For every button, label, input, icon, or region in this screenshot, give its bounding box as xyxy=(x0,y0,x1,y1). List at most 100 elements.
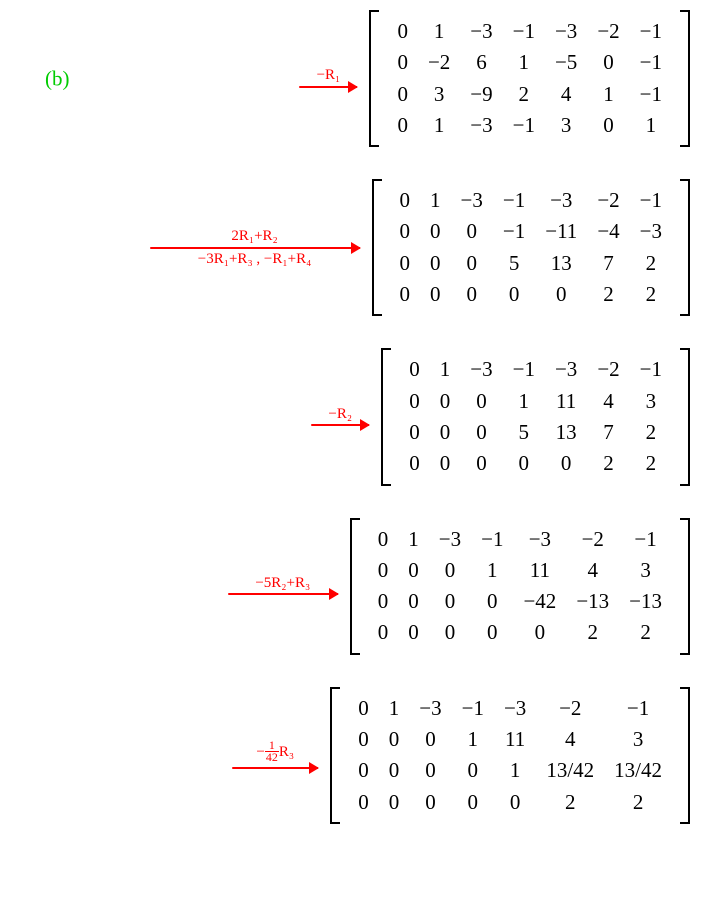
matrix-cell: 0 xyxy=(399,417,430,448)
matrix-cell: 1 xyxy=(503,386,545,417)
row-operation: −R₂ xyxy=(311,406,369,429)
matrix-cell: −42 xyxy=(513,586,566,617)
matrix-cell: 1 xyxy=(503,47,545,78)
matrix-cell: 0 xyxy=(420,216,451,247)
matrix-cell: 2 xyxy=(587,448,629,479)
matrix-cell: 0 xyxy=(390,279,421,310)
matrix-table: 01−3−1−3−2−1000−1−11−4−3000513720000022 xyxy=(390,185,672,310)
matrix-cell: 0 xyxy=(430,386,461,417)
matrix-cell: 11 xyxy=(513,555,566,586)
matrix-cell: 1 xyxy=(587,79,629,110)
matrix-cell: 0 xyxy=(409,755,451,786)
part-label: (b) xyxy=(45,66,70,91)
matrix-cell: 0 xyxy=(399,448,430,479)
matrix-cell: 0 xyxy=(430,448,461,479)
matrix: 01−3−1−3−2−10−261−50−103−9241−101−3−1301 xyxy=(367,10,692,147)
row-operation: −5R₂+R₃ xyxy=(228,575,338,598)
matrix-cell: −4 xyxy=(587,216,629,247)
matrix-cell: 2 xyxy=(503,79,545,110)
matrix-cell: 4 xyxy=(545,79,587,110)
matrix: 01−3−1−3−2−100011143000513720000022 xyxy=(379,348,692,485)
matrix-cell: 0 xyxy=(348,755,379,786)
matrix-cell: 0 xyxy=(387,47,418,78)
matrix-cell: −3 xyxy=(429,524,471,555)
matrix-cell: −1 xyxy=(503,354,545,385)
matrix-table: 01−3−1−3−2−1000111430000113/4213/4200000… xyxy=(348,693,672,818)
matrix-cell: 2 xyxy=(587,279,629,310)
matrix-cell: −1 xyxy=(471,524,513,555)
matrix-cell: 4 xyxy=(536,724,604,755)
matrix-cell: −1 xyxy=(503,16,545,47)
matrix-cell: 0 xyxy=(348,787,379,818)
matrix-cell: 0 xyxy=(399,386,430,417)
matrix-cell: −2 xyxy=(418,47,460,78)
matrix-cell: 3 xyxy=(418,79,460,110)
matrix-table: 01−3−1−3−2−1000111430000−42−13−130000022 xyxy=(368,524,672,649)
matrix-cell: 5 xyxy=(493,248,535,279)
matrix-cell: 0 xyxy=(429,617,471,648)
matrix-cell: 7 xyxy=(587,248,629,279)
matrix-cell: 2 xyxy=(619,617,672,648)
matrix-cell: 0 xyxy=(398,586,429,617)
matrix-cell: 0 xyxy=(587,47,629,78)
matrix-cell: 1 xyxy=(630,110,672,141)
matrix-cell: −2 xyxy=(566,524,619,555)
matrix-cell: −1 xyxy=(452,693,494,724)
arrow-icon xyxy=(232,767,318,769)
matrix-cell: 0 xyxy=(390,248,421,279)
matrix-cell: 0 xyxy=(368,617,399,648)
matrix-cell: 7 xyxy=(587,417,629,448)
matrix-cell: 2 xyxy=(604,787,672,818)
matrix-cell: −2 xyxy=(587,354,629,385)
matrix-cell: 0 xyxy=(387,16,418,47)
arrow-icon xyxy=(311,424,369,426)
reduction-step: −142R₃ 01−3−1−3−2−1000111430000113/4213/… xyxy=(0,687,700,824)
matrix-cell: 0 xyxy=(420,279,451,310)
matrix-cell: 0 xyxy=(399,354,430,385)
matrix-cell: −3 xyxy=(460,354,502,385)
matrix-cell: 0 xyxy=(493,279,535,310)
matrix-cell: −3 xyxy=(409,693,451,724)
row-operation: −R₁ xyxy=(299,67,357,90)
matrix-cell: 0 xyxy=(535,279,587,310)
matrix-cell: 0 xyxy=(390,185,421,216)
matrix-cell: 3 xyxy=(604,724,672,755)
matrix-cell: 13/42 xyxy=(604,755,672,786)
matrix-cell: 2 xyxy=(536,787,604,818)
matrix-table: 01−3−1−3−2−10−261−50−103−9241−101−3−1301 xyxy=(387,16,672,141)
matrix-cell: 0 xyxy=(451,216,493,247)
matrix-cell: −1 xyxy=(630,354,672,385)
matrix: 01−3−1−3−2−1000111430000−42−13−130000022 xyxy=(348,518,692,655)
matrix-cell: 0 xyxy=(390,216,421,247)
matrix-cell: 0 xyxy=(398,555,429,586)
matrix-cell: 0 xyxy=(452,755,494,786)
matrix-cell: 0 xyxy=(379,787,410,818)
matrix-cell: 0 xyxy=(348,724,379,755)
matrix-cell: 0 xyxy=(513,617,566,648)
matrix-cell: 0 xyxy=(452,787,494,818)
matrix-cell: 0 xyxy=(460,448,502,479)
matrix-cell: 0 xyxy=(348,693,379,724)
reduction-step: −R₂ 01−3−1−3−2−100011143000513720000022 xyxy=(0,348,700,485)
matrix-cell: 1 xyxy=(379,693,410,724)
matrix-cell: 3 xyxy=(545,110,587,141)
matrix-cell: 6 xyxy=(460,47,502,78)
matrix-cell: −3 xyxy=(460,16,502,47)
matrix-cell: 2 xyxy=(630,448,672,479)
matrix-cell: 1 xyxy=(418,16,460,47)
matrix-cell: 0 xyxy=(429,555,471,586)
matrix-cell: −3 xyxy=(535,185,587,216)
matrix-cell: −1 xyxy=(493,185,535,216)
matrix-cell: 0 xyxy=(587,110,629,141)
matrix-cell: −1 xyxy=(630,47,672,78)
matrix-cell: −2 xyxy=(587,16,629,47)
matrix-table: 01−3−1−3−2−100011143000513720000022 xyxy=(399,354,672,479)
matrix-cell: −2 xyxy=(536,693,604,724)
reduction-step: (b) −R₁ 01−3−1−3−2−10−261−50−103−9241−10… xyxy=(0,10,700,147)
matrix-cell: 1 xyxy=(452,724,494,755)
page: (b) −R₁ 01−3−1−3−2−10−261−50−103−9241−10… xyxy=(0,0,710,840)
matrix-cell: −3 xyxy=(460,110,502,141)
matrix-cell: −2 xyxy=(587,185,629,216)
matrix-cell: 1 xyxy=(418,110,460,141)
matrix-cell: −13 xyxy=(619,586,672,617)
